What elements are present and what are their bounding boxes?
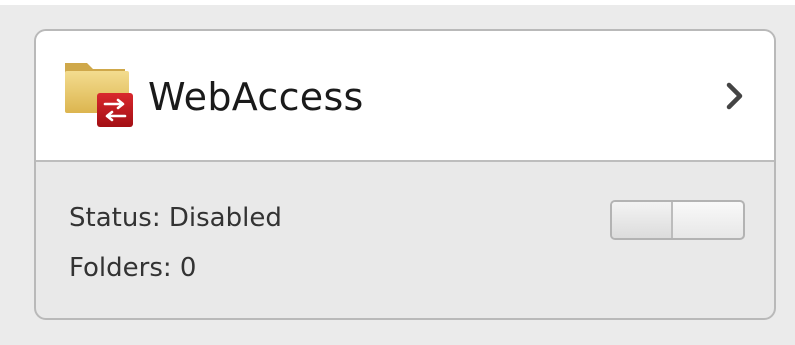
status-text: Status: Disabled bbox=[69, 203, 282, 233]
chevron-right-icon bbox=[726, 82, 743, 110]
webaccess-toggle-switch[interactable] bbox=[610, 200, 745, 240]
top-strip bbox=[0, 0, 795, 5]
webaccess-header-row[interactable]: WebAccess bbox=[36, 31, 774, 162]
toggle-knob bbox=[612, 202, 673, 238]
webaccess-details: Status: Disabled Folders: 0 bbox=[36, 162, 774, 318]
webaccess-card: WebAccess Status: Disabled Folders: 0 bbox=[34, 29, 776, 320]
folders-count-text: Folders: 0 bbox=[69, 253, 197, 283]
app-title: WebAccess bbox=[148, 75, 364, 119]
folder-sync-icon bbox=[65, 63, 133, 127]
